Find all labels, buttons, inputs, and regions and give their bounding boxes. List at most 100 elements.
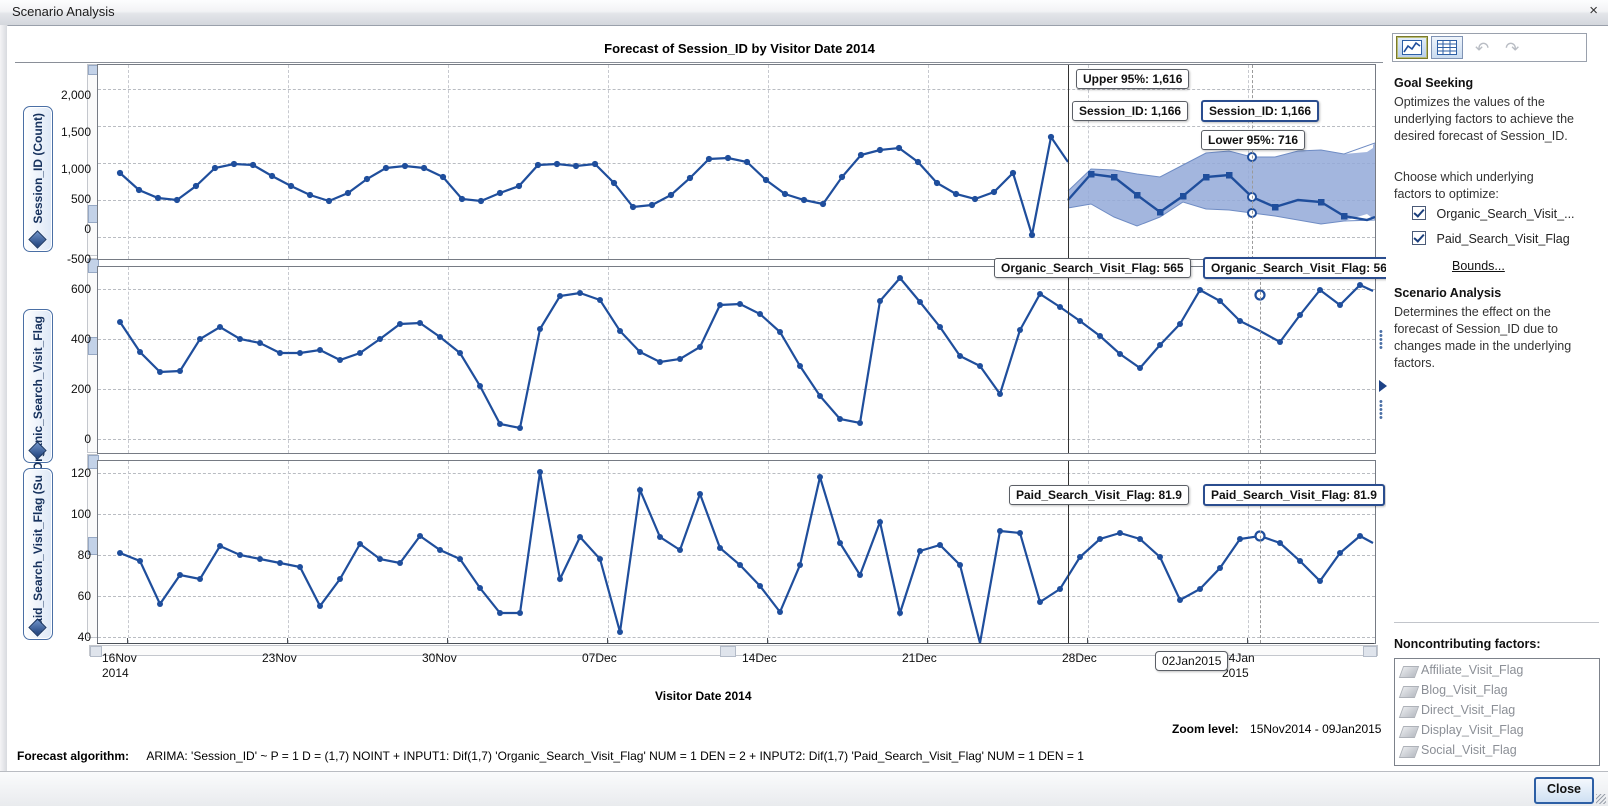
- chart-pane: Forecast of Session_ID by Visitor Date 2…: [7, 26, 1402, 771]
- scenario-analysis-heading: Scenario Analysis: [1394, 286, 1502, 300]
- close-icon[interactable]: ×: [1589, 3, 1598, 19]
- bounds-link[interactable]: Bounds...: [1452, 259, 1505, 273]
- panel1-ytick-1500: 1,500: [60, 125, 91, 139]
- tooltip-lower-95[interactable]: Lower 95%: 716: [1201, 130, 1306, 150]
- table-icon: [1437, 40, 1457, 55]
- window-titlebar: Scenario Analysis ×: [0, 0, 1608, 26]
- factor-icon: [1398, 666, 1420, 678]
- table-view-button[interactable]: [1431, 36, 1463, 59]
- factor-icon: [1398, 706, 1420, 718]
- panel3-ytick-40: 40: [77, 630, 91, 644]
- line-chart-icon: [1402, 40, 1422, 55]
- zoom-level-label: Zoom level:: [1172, 722, 1239, 736]
- right-panel: ↶ ↷ Goal Seeking Optimizes the values of…: [1386, 26, 1608, 771]
- zoom-level-value: 15Nov2014 - 09Jan2015: [1250, 722, 1382, 736]
- window-title: Scenario Analysis: [12, 4, 115, 19]
- tooltip-session-id-left-text: Session_ID: 1,166: [1079, 104, 1182, 118]
- panel2-ytick-600: 600: [70, 282, 91, 296]
- factor-checkbox-paid[interactable]: Paid_Search_Visit_Flag: [1412, 231, 1570, 246]
- panel1-ytick-2000: 2,000: [60, 88, 91, 102]
- noncontributing-item-direct: Direct_Visit_Flag: [1421, 703, 1516, 717]
- checkbox-icon[interactable]: [1412, 231, 1426, 245]
- scenario-analysis-description: Determines the effect on the forecast of…: [1394, 305, 1572, 370]
- goal-seeking-description: Optimizes the values of the underlying f…: [1394, 95, 1574, 143]
- splitter-collapse-arrow[interactable]: [1379, 380, 1387, 392]
- splitter-dots-bottom: • • • • •: [1379, 396, 1383, 424]
- goal-seeking-choose-label: Choose which underlying factors to optim…: [1394, 170, 1534, 201]
- forecast-algorithm-label: Forecast algorithm:: [17, 749, 130, 763]
- x-tick-label-23nov: 23Nov: [262, 651, 297, 665]
- forecast-start-line: [1068, 65, 1069, 259]
- panel2-ytick-400: 400: [70, 332, 91, 346]
- x-tick-label-30nov: 30Nov: [422, 651, 457, 665]
- resize-grip-icon[interactable]: [1596, 794, 1606, 804]
- tooltip-upper-95[interactable]: Upper 95%: 1,616: [1076, 69, 1190, 89]
- x-tick-label-16nov: 16Nov: [102, 651, 137, 665]
- x-tick-label-14dec: 14Dec: [742, 651, 777, 665]
- checkbox-icon[interactable]: [1412, 206, 1426, 220]
- chart-hscroll-thumb-right[interactable]: [1363, 646, 1377, 657]
- tooltip-organic-right[interactable]: Organic_Search_Visit_Flag: 565: [1203, 257, 1402, 279]
- tooltip-paid-left-text: Paid_Search_Visit_Flag: 81.9: [1016, 488, 1182, 502]
- factor-icon: [1398, 746, 1420, 758]
- chart-view-button[interactable]: [1396, 36, 1428, 59]
- chart-hscroll-thumb-mid[interactable]: [720, 646, 736, 657]
- chart-hscroll-thumb-left[interactable]: [90, 646, 102, 657]
- zoom-level: Zoom level: 15Nov2014 - 09Jan2015: [1172, 722, 1381, 736]
- panel-organic[interactable]: [97, 266, 1376, 454]
- tooltip-session-id-left[interactable]: Session_ID: 1,166: [1072, 101, 1189, 121]
- cursor-line[interactable]: [1252, 65, 1253, 259]
- tooltip-organic-left[interactable]: Organic_Search_Visit_Flag: 565: [994, 258, 1191, 278]
- noncontributing-item-display: Display_Visit_Flag: [1421, 723, 1524, 737]
- x-axis-title: Visitor Date 2014: [655, 689, 752, 703]
- title-divider: [15, 62, 1383, 63]
- panel1-ytick-m500: -500: [66, 252, 91, 266]
- panel-session-id[interactable]: [97, 64, 1376, 260]
- chart-title: Forecast of Session_ID by Visitor Date 2…: [604, 41, 875, 56]
- panel2-ytick-200: 200: [70, 382, 91, 396]
- panel-session-id-plot: [116, 133, 1375, 239]
- forecast-algorithm-value: ARIMA: 'Session_ID' ~ P = 1 D = (1,7) NO…: [146, 749, 1084, 763]
- noncontributing-divider: [1394, 622, 1599, 623]
- factor-checkbox-organic[interactable]: Organic_Search_Visit_...: [1412, 206, 1575, 221]
- panel1-ytick-1000: 1,000: [60, 162, 91, 176]
- noncontributing-heading: Noncontributing factors:: [1394, 637, 1541, 651]
- tooltip-lower-95-text: Lower 95%: 716: [1208, 133, 1299, 147]
- factor-icon: [1398, 686, 1420, 698]
- goal-seeking-heading: Goal Seeking: [1394, 76, 1474, 90]
- tooltip-session-id-right[interactable]: Session_ID: 1,166: [1201, 100, 1320, 122]
- cursor-date-tooltip[interactable]: 02Jan2015: [1155, 651, 1229, 671]
- panel-organic-plot: [117, 275, 1374, 431]
- panel2-ytick-0: 0: [84, 432, 91, 446]
- factor-icon: [1398, 726, 1420, 738]
- panel3-ytick-120: 120: [70, 466, 91, 480]
- cursor-line[interactable]: [1260, 267, 1261, 453]
- undo-button[interactable]: ↶: [1475, 39, 1489, 59]
- panel3-ytick-80: 80: [77, 548, 91, 562]
- noncontributing-item-affiliate: Affiliate_Visit_Flag: [1421, 663, 1524, 677]
- tooltip-paid-right[interactable]: Paid_Search_Visit_Flag: 81.9: [1203, 484, 1385, 506]
- factor-label-paid: Paid_Search_Visit_Flag: [1436, 232, 1570, 246]
- tooltip-organic-right-text: Organic_Search_Visit_Flag: 565: [1211, 261, 1394, 275]
- x-tick-label-year-2014: 2014: [102, 666, 129, 680]
- panel1-ytick-0: 0: [84, 222, 91, 236]
- noncontributing-item-social: Social_Visit_Flag: [1421, 743, 1517, 757]
- x-tick-label-21dec: 21Dec: [902, 651, 937, 665]
- x-tick-label-28dec: 28Dec: [1062, 651, 1097, 665]
- x-tick-label-07dec: 07Dec: [582, 651, 617, 665]
- tooltip-paid-left[interactable]: Paid_Search_Visit_Flag: 81.9: [1009, 485, 1189, 505]
- panel1-ytick-500: 500: [70, 192, 91, 206]
- noncontributing-item-blog: Blog_Visit_Flag: [1421, 683, 1508, 697]
- tooltip-session-id-right-text: Session_ID: 1,166: [1209, 104, 1312, 118]
- tooltip-organic-left-text: Organic_Search_Visit_Flag: 565: [1001, 261, 1184, 275]
- view-toolbar: ↶ ↷: [1392, 33, 1587, 62]
- close-button[interactable]: Close: [1534, 777, 1594, 804]
- panel3-ytick-100: 100: [70, 507, 91, 521]
- noncontributing-list[interactable]: Affiliate_Visit_Flag Blog_Visit_Flag Dir…: [1394, 658, 1600, 766]
- redo-button[interactable]: ↷: [1505, 39, 1519, 59]
- tooltip-paid-right-text: Paid_Search_Visit_Flag: 81.9: [1211, 488, 1377, 502]
- x-axis-line: [97, 643, 1374, 644]
- scenario-analysis-window: Scenario Analysis × Forecast of Session_…: [0, 0, 1608, 806]
- dialog-footer: Close: [0, 771, 1608, 806]
- panel3-ytick-60: 60: [77, 589, 91, 603]
